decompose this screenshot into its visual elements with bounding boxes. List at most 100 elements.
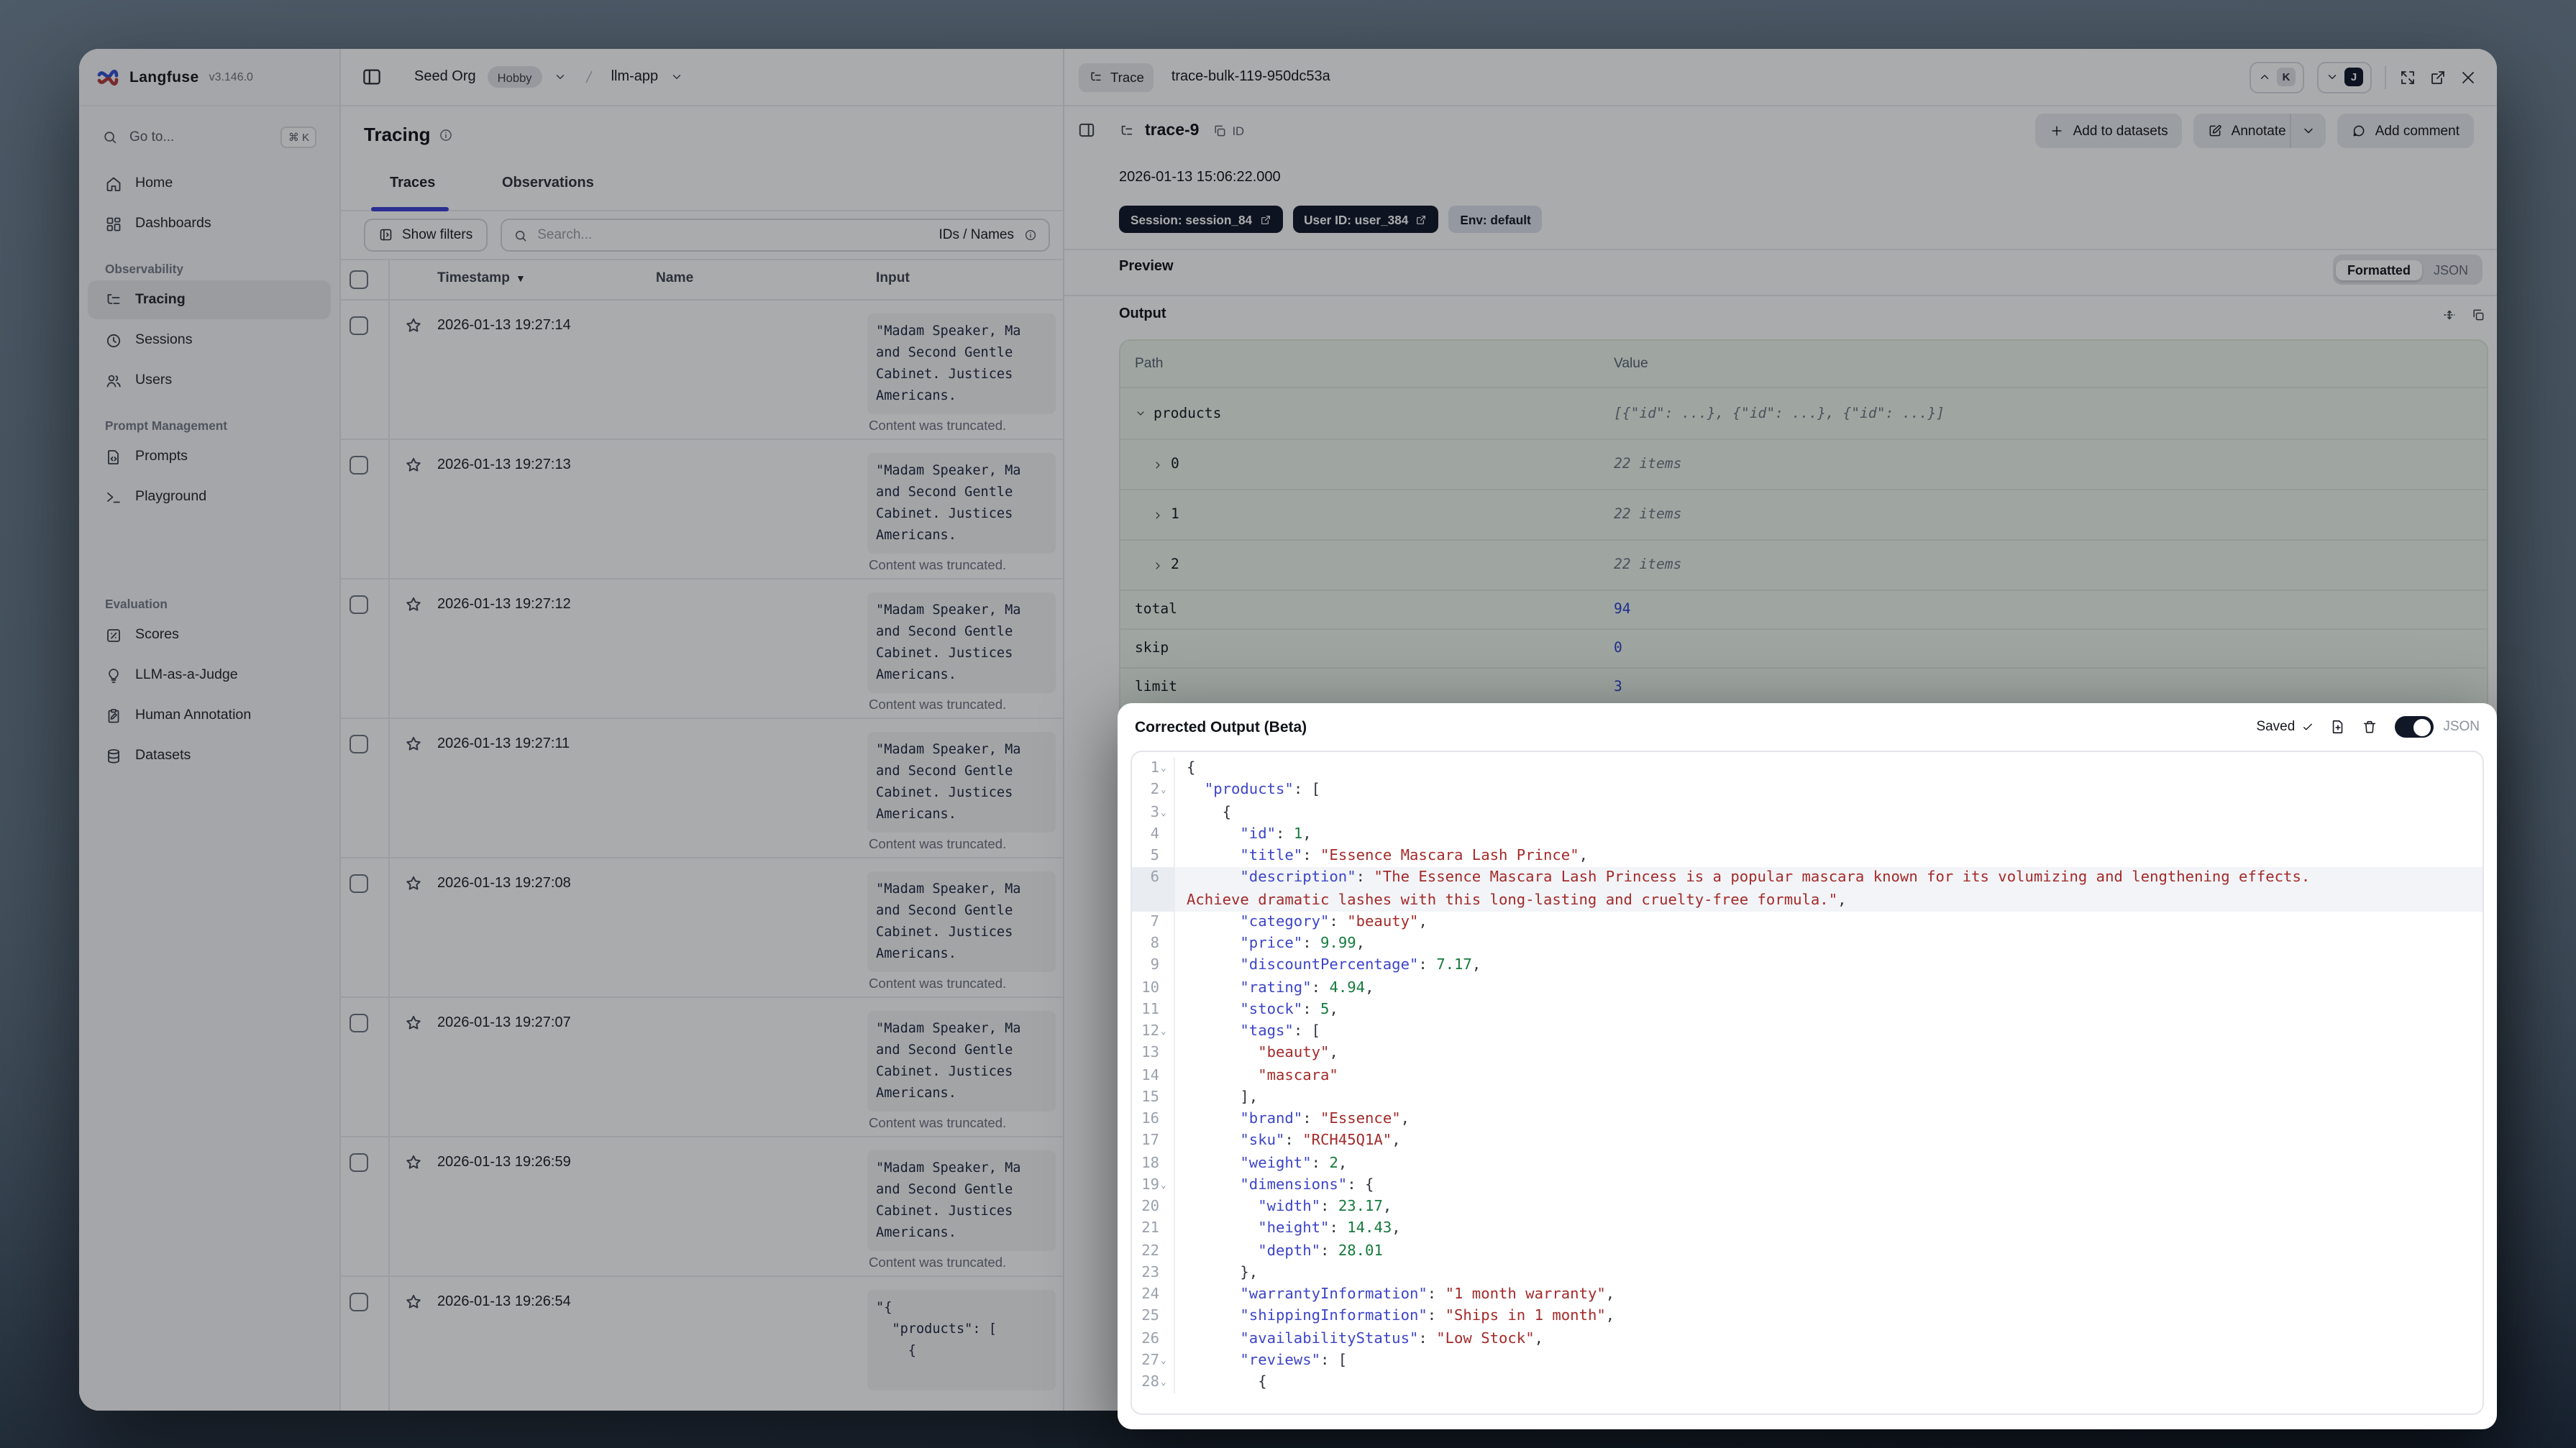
tab-traces[interactable]: Traces <box>390 175 435 191</box>
code-line-23[interactable]: 23 }, <box>1132 1262 2483 1284</box>
fold-chevron-icon[interactable]: ⌄ <box>1161 1350 1169 1373</box>
output-row-2[interactable]: 2 22 items <box>1120 541 2487 591</box>
code-line-15[interactable]: 15 ], <box>1132 1086 2483 1109</box>
code-line-13[interactable]: 13 "beauty", <box>1132 1043 2483 1065</box>
code-line-27[interactable]: 27 ⌄ "reviews": [ <box>1132 1350 2483 1373</box>
search-scope-selector[interactable]: IDs / Names <box>938 227 1014 243</box>
code-line-7[interactable]: 7 "category": "beauty", <box>1132 911 2483 933</box>
row-checkbox[interactable] <box>350 735 368 753</box>
info-icon[interactable] <box>1024 229 1037 242</box>
format-json[interactable]: JSON <box>2422 260 2480 280</box>
trace-table-row[interactable]: 2026-01-13 19:27:13 "Madam Speaker, Ma an… <box>341 440 1063 579</box>
code-line-18[interactable]: 18 "weight": 2, <box>1132 1153 2483 1175</box>
row-checkbox[interactable] <box>350 874 368 893</box>
tab-preview[interactable]: Preview <box>1119 259 1174 275</box>
fold-chevron-icon[interactable]: ⌄ <box>1161 802 1169 824</box>
code-line-10[interactable]: 10 "rating": 4.94, <box>1132 977 2483 999</box>
row-checkbox[interactable] <box>350 1014 368 1032</box>
output-row-0[interactable]: 0 22 items <box>1120 440 2487 490</box>
next-trace-button[interactable]: J <box>2317 61 2372 93</box>
code-line-14[interactable]: 14 "mascara" <box>1132 1065 2483 1087</box>
expand-fullscreen-icon[interactable] <box>2399 68 2416 86</box>
copy-icon[interactable] <box>1212 124 1226 138</box>
tab-observations[interactable]: Observations <box>502 175 594 191</box>
code-line-5[interactable]: 5 "title": "Essence Mascara Lash Prince"… <box>1132 846 2483 868</box>
fold-chevron-icon[interactable]: ⌄ <box>1161 780 1169 802</box>
sidebar-item-users[interactable]: Users <box>88 361 331 400</box>
column-header-input[interactable]: Input <box>876 270 910 286</box>
copy-icon[interactable] <box>2471 308 2485 322</box>
expand-rows-icon[interactable] <box>2442 308 2457 322</box>
sidebar-item-human-annotation[interactable]: Human Annotation <box>88 696 331 735</box>
info-icon[interactable] <box>439 127 454 142</box>
trace-table-row[interactable]: 2026-01-13 19:27:14 "Madam Speaker, Ma an… <box>341 301 1063 440</box>
code-line-28[interactable]: 28 ⌄ { <box>1132 1372 2483 1394</box>
row-checkbox[interactable] <box>350 595 368 614</box>
output-row-1[interactable]: 1 22 items <box>1120 490 2487 541</box>
output-row-products[interactable]: products [{"id": ...}, {"id": ...}, {"id"… <box>1120 388 2487 440</box>
row-input-preview[interactable]: "Madam Speaker, Ma and Second Gentle Cab… <box>867 871 1056 972</box>
row-input-preview[interactable]: "Madam Speaker, Ma and Second Gentle Cab… <box>867 592 1056 693</box>
org-chevron-down-icon[interactable] <box>554 70 567 83</box>
fold-chevron-icon[interactable]: ⌄ <box>1161 758 1169 780</box>
json-code-editor[interactable]: 1 ⌄{2 ⌄ "products": [3 ⌄ {4 "id": 1, 5 "titl… <box>1131 751 2484 1415</box>
code-line-6[interactable]: 6 "description": "The Essence Mascara La… <box>1132 867 2483 912</box>
sidebar-item-dashboards[interactable]: Dashboards <box>88 204 331 243</box>
id-label[interactable]: ID <box>1232 124 1244 138</box>
trace-table-row[interactable]: 2026-01-13 19:26:54 "{ "products": [ { <box>341 1277 1063 1411</box>
sidebar-item-tracing[interactable]: Tracing <box>88 280 331 319</box>
code-line-26[interactable]: 26 "availabilityStatus": "Low Stock", <box>1132 1328 2483 1350</box>
fold-chevron-icon[interactable]: ⌄ <box>1161 1021 1169 1043</box>
code-line-2[interactable]: 2 ⌄ "products": [ <box>1132 779 2483 802</box>
select-all-checkbox[interactable] <box>350 270 368 289</box>
open-external-icon[interactable] <box>2429 68 2447 86</box>
code-line-25[interactable]: 25 "shippingInformation": "Ships in 1 mo… <box>1132 1306 2483 1328</box>
badge-env[interactable]: Env: default <box>1448 206 1543 233</box>
code-line-12[interactable]: 12 ⌄ "tags": [ <box>1132 1021 2483 1043</box>
row-input-preview[interactable]: "Madam Speaker, Ma and Second Gentle Cab… <box>867 453 1056 554</box>
project-name[interactable]: llm-app <box>611 69 659 85</box>
show-filters-button[interactable]: Show filters <box>364 219 488 252</box>
sidebar-item-scores[interactable]: Scores <box>88 615 331 654</box>
add-comment-button[interactable]: Add comment <box>2337 114 2474 148</box>
code-line-20[interactable]: 20 "width": 23.17, <box>1132 1196 2483 1219</box>
code-line-24[interactable]: 24 "warrantyInformation": "1 month warra… <box>1132 1284 2483 1306</box>
code-line-9[interactable]: 9 "discountPercentage": 7.17, <box>1132 955 2483 977</box>
code-line-22[interactable]: 22 "depth": 28.01 <box>1132 1240 2483 1263</box>
annotate-button[interactable]: Annotate <box>2193 114 2301 148</box>
badge-user-id[interactable]: User ID: user_384 <box>1292 206 1439 233</box>
code-line-11[interactable]: 11 "stock": 5, <box>1132 999 2483 1021</box>
code-line-19[interactable]: 19 ⌄ "dimensions": { <box>1132 1174 2483 1197</box>
badge-session[interactable]: Session: session_84 <box>1119 206 1283 233</box>
sidebar-item-home[interactable]: Home <box>88 164 331 203</box>
trace-table-row[interactable]: 2026-01-13 19:27:12 "Madam Speaker, Ma an… <box>341 579 1063 719</box>
sidebar-toggle-icon[interactable] <box>361 66 383 88</box>
column-header-name[interactable]: Name <box>656 270 693 286</box>
trace-table-row[interactable]: 2026-01-13 19:26:59 "Madam Speaker, Ma an… <box>341 1137 1063 1277</box>
sidebar-item-prompts[interactable]: Prompts <box>88 437 331 476</box>
fold-chevron-icon[interactable]: ⌄ <box>1161 1175 1169 1197</box>
trace-table-row[interactable]: 2026-01-13 19:27:08 "Madam Speaker, Ma an… <box>341 858 1063 998</box>
sidebar-item-llm-as-a-judge[interactable]: LLM-as-a-Judge <box>88 656 331 695</box>
row-input-preview[interactable]: "{ "products": [ { <box>867 1290 1056 1390</box>
row-checkbox[interactable] <box>350 1153 368 1172</box>
tree-panel-toggle-icon[interactable] <box>1077 121 1096 139</box>
format-toggle[interactable]: Formatted JSON <box>2332 255 2483 285</box>
json-toggle[interactable] <box>2394 716 2434 738</box>
org-name[interactable]: Seed Org <box>414 69 476 85</box>
row-checkbox[interactable] <box>350 456 368 475</box>
code-line-17[interactable]: 17 "sku": "RCH45Q1A", <box>1132 1130 2483 1153</box>
add-to-datasets-button[interactable]: Add to datasets <box>2035 114 2183 148</box>
trace-table-row[interactable]: 2026-01-13 19:27:11 "Madam Speaker, Ma an… <box>341 719 1063 858</box>
goto-search[interactable]: Go to... ⌘ K <box>91 118 328 155</box>
annotate-dropdown-button[interactable] <box>2290 114 2326 148</box>
code-line-1[interactable]: 1 ⌄{ <box>1132 758 2483 780</box>
format-formatted[interactable]: Formatted <box>2335 260 2422 280</box>
code-line-3[interactable]: 3 ⌄ { <box>1132 802 2483 824</box>
file-plus-icon[interactable] <box>2329 719 2345 735</box>
prev-trace-button[interactable]: K <box>2250 61 2304 93</box>
trash-icon[interactable] <box>2361 719 2377 735</box>
sidebar-item-sessions[interactable]: Sessions <box>88 321 331 359</box>
project-chevron-down-icon[interactable] <box>670 70 682 83</box>
row-input-preview[interactable]: "Madam Speaker, Ma and Second Gentle Cab… <box>867 1011 1056 1112</box>
